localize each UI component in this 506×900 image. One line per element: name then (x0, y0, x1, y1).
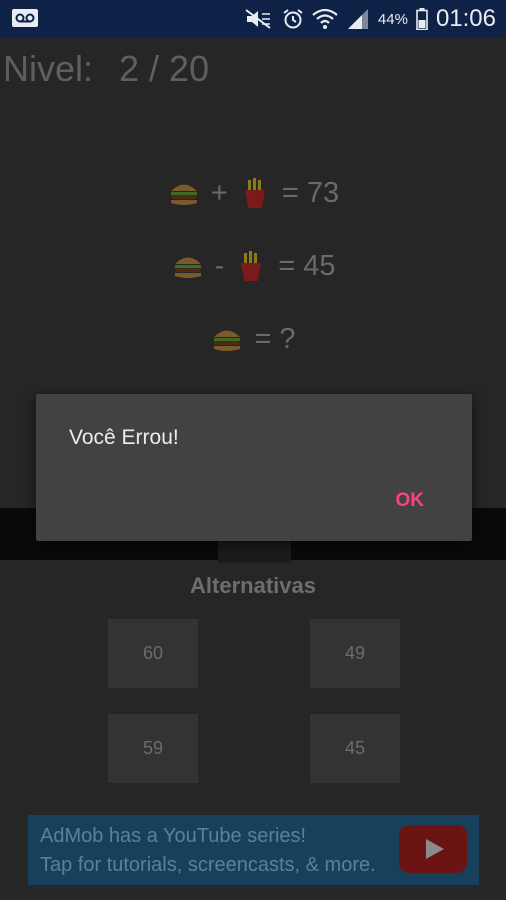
level-label: Nivel: (3, 48, 94, 89)
operator-minus: - (214, 249, 225, 282)
equation-row: + = 73 (0, 176, 506, 210)
burger-icon (174, 257, 201, 278)
operator-plus: + (210, 176, 228, 209)
youtube-play-icon (399, 825, 467, 873)
level-indicator: Nivel: 2 / 20 (3, 48, 209, 90)
question-result: = ? (254, 322, 296, 355)
fries-icon (244, 178, 265, 208)
dialog-message: Você Errou! (69, 426, 179, 449)
burger-icon (170, 184, 197, 205)
equation-row: - = 45 (0, 249, 506, 283)
question-row: = ? (0, 322, 506, 356)
ad-banner[interactable]: AdMob has a YouTube series! Tap for tuto… (28, 815, 479, 885)
ad-headline: AdMob has a YouTube series! (40, 825, 307, 847)
alternative-button[interactable]: 45 (310, 714, 400, 783)
level-value: 2 / 20 (119, 48, 210, 89)
fries-icon (241, 251, 262, 281)
burger-icon (214, 330, 241, 351)
alternative-button[interactable]: 59 (108, 714, 198, 783)
answer-slot (218, 541, 291, 563)
ad-subline: Tap for tutorials, screencasts, & more. (40, 854, 376, 876)
battery-icon (416, 8, 428, 30)
alternatives-title: Alternativas (190, 573, 316, 598)
status-bar: 44% 01:06 (0, 0, 506, 38)
battery-percent: 44% (377, 10, 408, 28)
wrong-answer-dialog: Você Errou! OK (36, 394, 472, 541)
alarm-icon (282, 8, 304, 30)
wifi-icon (312, 8, 338, 30)
mute-icon (244, 8, 274, 30)
equation-result: = 45 (278, 249, 336, 282)
clock: 01:06 (435, 5, 496, 32)
voicemail-icon (12, 9, 38, 27)
signal-icon (346, 8, 370, 30)
alternative-button[interactable]: 49 (310, 619, 400, 688)
equation-result: = 73 (281, 176, 340, 209)
alternative-button[interactable]: 60 (108, 619, 198, 688)
ok-button[interactable]: OK (396, 490, 425, 512)
